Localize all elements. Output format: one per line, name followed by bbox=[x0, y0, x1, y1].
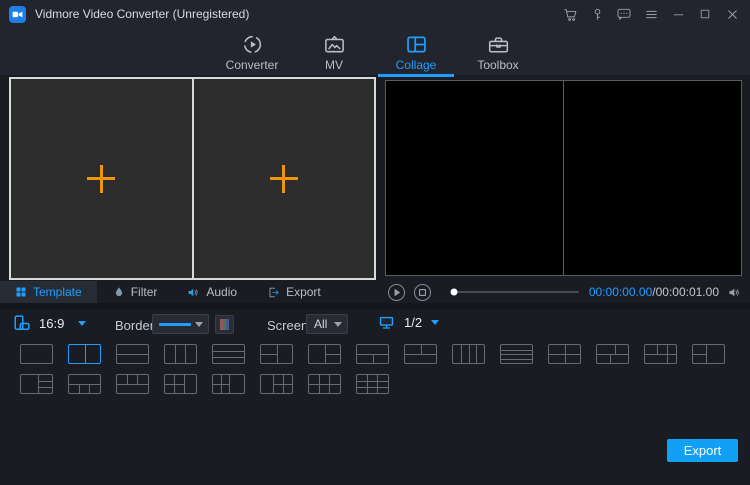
template-option[interactable] bbox=[164, 344, 197, 364]
window-title: Vidmore Video Converter (Unregistered) bbox=[35, 7, 250, 21]
preview-cell bbox=[386, 81, 563, 275]
template-option[interactable] bbox=[548, 344, 581, 364]
tab-collage[interactable]: Collage bbox=[378, 33, 454, 77]
tab-audio[interactable]: Audio bbox=[173, 281, 251, 303]
border-color-picker[interactable] bbox=[215, 315, 234, 334]
maximize-icon[interactable] bbox=[695, 4, 715, 24]
aspect-ratio-icon bbox=[13, 314, 31, 332]
screen-dropdown[interactable]: All bbox=[306, 314, 348, 334]
preview-cell bbox=[564, 81, 741, 275]
editor-tab-strip: Template Filter Audio Export bbox=[0, 281, 335, 303]
template-option[interactable] bbox=[356, 374, 389, 394]
template-option[interactable] bbox=[596, 344, 629, 364]
template-option[interactable] bbox=[20, 344, 53, 364]
template-row-1 bbox=[20, 344, 725, 364]
template-option[interactable] bbox=[404, 344, 437, 364]
tab-template[interactable]: Template bbox=[0, 281, 97, 303]
minimize-icon[interactable] bbox=[668, 4, 688, 24]
player-controls: 00:00:00.00/00:00:01.00 bbox=[388, 281, 742, 303]
plus-icon bbox=[87, 164, 116, 193]
collage-icon bbox=[405, 33, 428, 56]
panel-tab-label: Export bbox=[286, 285, 321, 299]
stop-icon[interactable] bbox=[414, 283, 431, 301]
aspect-ratio-selector[interactable]: 16:9 bbox=[13, 314, 87, 332]
cart-icon[interactable] bbox=[560, 4, 580, 24]
time-display: 00:00:00.00/00:00:01.00 bbox=[589, 285, 719, 299]
tab-export-settings[interactable]: Export bbox=[253, 281, 335, 303]
nav-tab-label: Toolbox bbox=[477, 58, 519, 72]
template-option[interactable] bbox=[212, 374, 245, 394]
page-indicator: 1/2 bbox=[404, 315, 423, 330]
current-time: 00:00:00.00 bbox=[588, 285, 653, 299]
nav-tab-label: Collage bbox=[395, 58, 437, 72]
template-option[interactable] bbox=[116, 374, 149, 394]
close-icon[interactable] bbox=[722, 4, 742, 24]
screen-value: All bbox=[314, 317, 328, 331]
template-pager[interactable]: 1/2 bbox=[378, 314, 440, 331]
aspect-ratio-value: 16:9 bbox=[39, 315, 65, 331]
chevron-down-icon bbox=[431, 320, 440, 325]
collage-toolbar: 16:9 Border: Screen: All 1/2 bbox=[0, 311, 750, 338]
template-option[interactable] bbox=[212, 344, 245, 364]
color-swatch-icon bbox=[220, 319, 229, 330]
template-option[interactable] bbox=[452, 344, 485, 364]
nav-tab-label: Converter bbox=[225, 58, 279, 72]
feedback-icon[interactable] bbox=[614, 4, 634, 24]
tab-converter[interactable]: Converter bbox=[217, 33, 287, 75]
collage-editor bbox=[9, 77, 376, 280]
app-logo-icon bbox=[9, 5, 26, 23]
preview-panel bbox=[385, 80, 742, 276]
tab-filter[interactable]: Filter bbox=[99, 281, 172, 303]
template-option[interactable] bbox=[260, 374, 293, 394]
template-option[interactable] bbox=[356, 344, 389, 364]
template-option[interactable] bbox=[692, 344, 725, 364]
tab-toolbox[interactable]: Toolbox bbox=[463, 33, 533, 75]
monitor-icon bbox=[378, 314, 395, 331]
border-line-preview bbox=[159, 322, 191, 326]
template-row-2 bbox=[20, 374, 389, 394]
template-option[interactable] bbox=[116, 344, 149, 364]
template-icon bbox=[15, 286, 27, 298]
panel-tab-label: Template bbox=[33, 285, 82, 299]
collage-cell-add-2[interactable] bbox=[193, 79, 374, 278]
seek-handle[interactable] bbox=[450, 288, 458, 296]
app-window: Vidmore Video Converter (Unregistered) C… bbox=[0, 0, 750, 485]
main-nav: Converter MV Collage Toolbox bbox=[0, 28, 750, 77]
volume-icon[interactable] bbox=[727, 285, 742, 300]
menu-icon[interactable] bbox=[641, 4, 661, 24]
chevron-down-icon bbox=[195, 321, 203, 327]
nav-tab-label: MV bbox=[325, 58, 343, 72]
border-style-dropdown[interactable] bbox=[152, 314, 209, 334]
mv-icon bbox=[323, 33, 346, 56]
template-option[interactable] bbox=[20, 374, 53, 394]
plus-icon bbox=[269, 164, 298, 193]
template-option[interactable] bbox=[68, 374, 101, 394]
toolbox-icon bbox=[487, 33, 510, 56]
chevron-down-icon bbox=[78, 320, 87, 326]
seek-bar[interactable] bbox=[450, 288, 579, 296]
template-option[interactable] bbox=[308, 374, 341, 394]
panel-tab-label: Filter bbox=[130, 285, 158, 299]
panel-tab-label: Audio bbox=[206, 285, 238, 299]
converter-icon bbox=[241, 33, 264, 56]
template-option[interactable] bbox=[260, 344, 293, 364]
total-time: 00:00:01.00 bbox=[655, 285, 719, 299]
template-option[interactable] bbox=[500, 344, 533, 364]
template-option[interactable] bbox=[308, 344, 341, 364]
chevron-down-icon bbox=[334, 321, 342, 327]
key-icon[interactable] bbox=[587, 4, 607, 24]
audio-icon bbox=[187, 286, 200, 299]
filter-icon bbox=[113, 286, 125, 298]
section-divider bbox=[0, 303, 750, 309]
template-option[interactable] bbox=[164, 374, 197, 394]
export-button[interactable]: Export bbox=[667, 439, 738, 462]
collage-cell-add-1[interactable] bbox=[11, 79, 192, 278]
template-option-selected[interactable] bbox=[68, 344, 101, 364]
play-icon[interactable] bbox=[388, 283, 405, 301]
template-option[interactable] bbox=[644, 344, 677, 364]
titlebar: Vidmore Video Converter (Unregistered) bbox=[0, 0, 750, 28]
export-icon bbox=[267, 286, 280, 299]
tab-mv[interactable]: MV bbox=[299, 33, 369, 75]
